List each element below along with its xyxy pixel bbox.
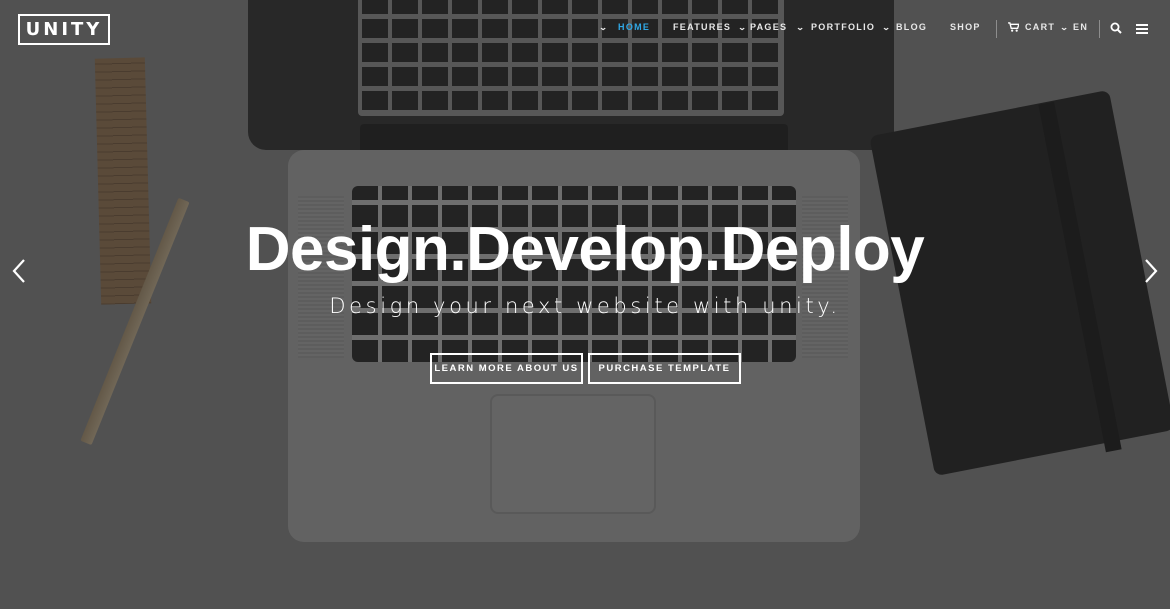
search-button[interactable] xyxy=(1110,22,1122,34)
hero-title: Design.Develop.Deploy xyxy=(245,215,925,284)
nav-item-portfolio[interactable]: PORTFOLIO ⌄ xyxy=(795,22,891,32)
language-selector[interactable]: ⌄ EN xyxy=(1059,22,1089,32)
nav-label-language: EN xyxy=(1073,22,1089,32)
nav-divider xyxy=(996,20,997,38)
nav-item-blog[interactable]: BLOG xyxy=(882,22,927,32)
nav-item-cart[interactable]: CART xyxy=(1008,22,1055,32)
purchase-template-button[interactable]: PURCHASE TEMPLATE xyxy=(588,353,741,384)
nav-label-features: FEATURES xyxy=(673,22,732,32)
learn-more-button[interactable]: LEARN MORE ABOUT US xyxy=(430,353,583,384)
hero-subtitle: Design your next website with unity. xyxy=(329,294,841,318)
nav-label-shop: SHOP xyxy=(950,22,981,32)
nav-label-portfolio: PORTFOLIO xyxy=(811,22,876,32)
nav-label-blog: BLOG xyxy=(896,22,928,32)
nav-divider xyxy=(1099,20,1100,38)
menu-icon xyxy=(1136,24,1148,34)
chevron-left-icon[interactable] xyxy=(10,258,28,284)
nav-label-pages: PAGES xyxy=(750,22,788,32)
chevron-right-icon[interactable] xyxy=(1142,258,1160,284)
nav-item-shop[interactable]: SHOP xyxy=(950,22,981,32)
chevron-down-icon: ⌄ xyxy=(598,22,610,32)
search-icon xyxy=(1110,22,1122,34)
nav-item-home[interactable]: ⌄ HOME xyxy=(598,22,651,32)
menu-button[interactable] xyxy=(1136,24,1148,34)
nav-label-home: HOME xyxy=(618,22,651,32)
logo[interactable]: UNITY xyxy=(18,14,110,45)
cart-icon xyxy=(1008,22,1019,32)
nav-label-cart: CART xyxy=(1025,22,1056,32)
chevron-down-icon: ⌄ xyxy=(1059,22,1071,32)
